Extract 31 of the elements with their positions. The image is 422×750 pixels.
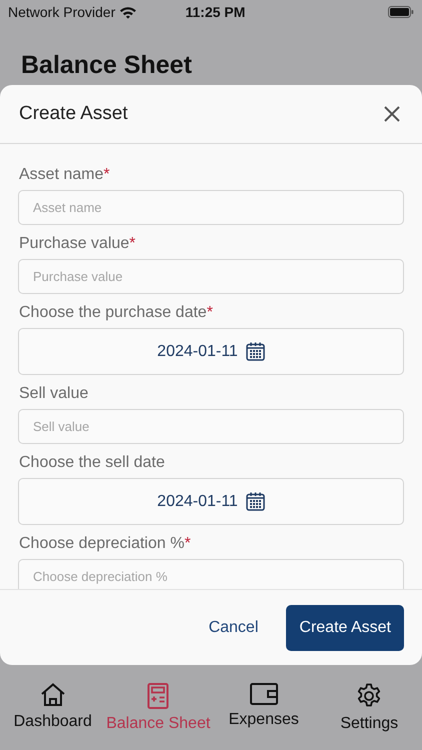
date-picker[interactable]: 2024-01-11 xyxy=(18,328,404,375)
wifi-icon xyxy=(119,6,138,18)
field-label: Choose the purchase date* xyxy=(19,304,214,322)
cancel-button[interactable]: Cancel xyxy=(196,608,270,648)
modal-title: Create Asset xyxy=(19,102,128,126)
carrier-name: Network Provider xyxy=(8,2,116,22)
calculator-icon xyxy=(147,683,170,709)
tab-bar-item[interactable]: Dashboard xyxy=(0,683,106,750)
tab-bar-item[interactable]: Settings xyxy=(316,683,422,750)
field-label: Asset name* xyxy=(19,166,111,184)
create-asset-button[interactable]: Create Asset xyxy=(286,604,404,650)
field-label: Choose depreciation %* xyxy=(19,535,192,553)
input-field[interactable]: Sell value xyxy=(18,409,404,444)
date-picker[interactable]: 2024-01-11 xyxy=(18,478,404,525)
tab-bar-item[interactable]: Expenses xyxy=(211,683,316,750)
field-label: Sell value xyxy=(19,385,90,403)
field-label: Choose the sell date xyxy=(19,454,166,472)
calendar-icon xyxy=(246,492,265,511)
input-field[interactable]: Choose depreciation % xyxy=(18,559,404,589)
calendar-icon xyxy=(246,342,265,361)
home-icon xyxy=(40,683,66,707)
page-title: Balance Sheet xyxy=(21,50,193,81)
clock-time: 11:25 PM xyxy=(185,2,246,22)
field-label: Purchase value* xyxy=(19,235,137,253)
settings-icon xyxy=(356,683,382,709)
close-icon xyxy=(384,106,400,122)
wallet-icon xyxy=(250,683,278,705)
input-field[interactable]: Asset name xyxy=(18,190,404,225)
close-button[interactable] xyxy=(382,104,402,124)
input-field[interactable]: Purchase value xyxy=(18,259,404,294)
battery-icon xyxy=(388,6,414,18)
